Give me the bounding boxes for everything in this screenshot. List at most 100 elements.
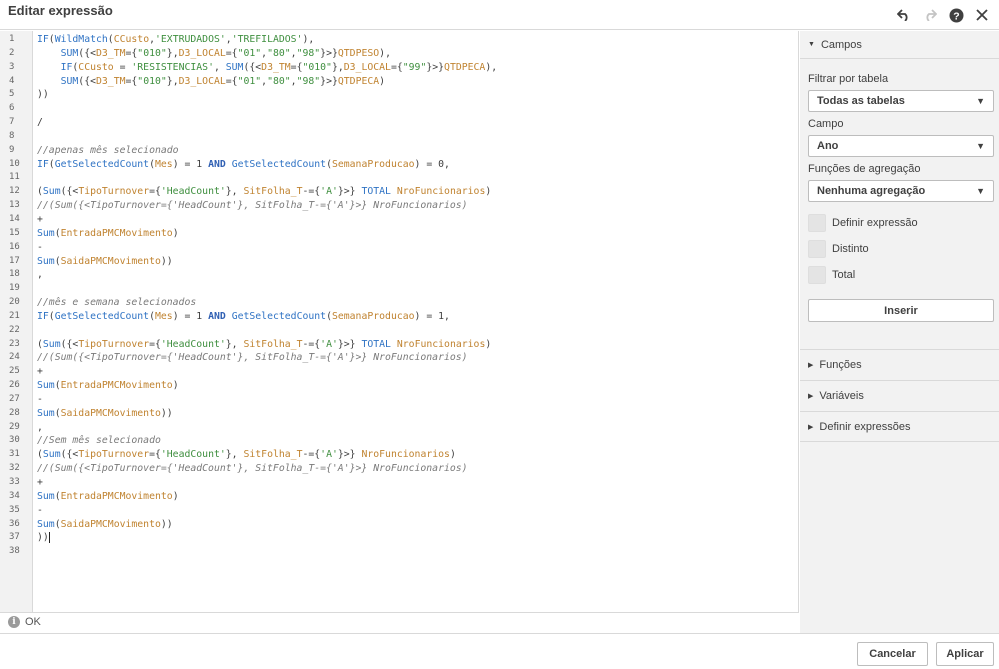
- code-line[interactable]: -: [37, 393, 798, 407]
- code-token: IF: [37, 34, 49, 45]
- code-line[interactable]: [37, 282, 798, 296]
- code-line[interactable]: [37, 130, 798, 144]
- checkbox-total[interactable]: Total: [808, 262, 993, 288]
- line-number-gutter: 1 2 3 4 5 6 7 8 9 10 11 12 13 14 15 16 17 18 19 20 21 22 23 24 2…: [0, 31, 33, 612]
- code-line[interactable]: +: [37, 476, 798, 490]
- code-line[interactable]: //(Sum({<TipoTurnover={'HeadCount'}, Sit…: [37, 351, 798, 365]
- code-line[interactable]: //mês e semana selecionados: [37, 296, 798, 310]
- checkbox[interactable]: [808, 214, 826, 232]
- code-token: TipoTurnover: [78, 186, 150, 198]
- code-line[interactable]: Sum(EntradaPMCMovimento): [37, 379, 798, 393]
- code-line[interactable]: -: [37, 241, 798, 255]
- code-line[interactable]: IF(CCusto = 'RESISTENCIAS', SUM({<D3_TM=…: [37, 61, 798, 75]
- code-token: )): [160, 407, 173, 419]
- code-token: D3_LOCAL: [178, 47, 226, 59]
- help-icon[interactable]: ?: [947, 6, 965, 24]
- code-line[interactable]: Sum(EntradaPMCMovimento): [37, 490, 798, 504]
- code-token: SemanaProducao: [331, 310, 415, 322]
- code-token: QTDPECA: [444, 61, 486, 73]
- collapsed-sections: ▶ Funções ▶ Variáveis ▶ Definir expressõ…: [800, 349, 999, 442]
- dropdown-arrow-icon: ▼: [976, 96, 985, 106]
- code-line[interactable]: )): [37, 88, 798, 102]
- code-line[interactable]: Sum(SaidaPMCMovimento)): [37, 255, 798, 269]
- line-number: 36: [9, 518, 20, 529]
- checkbox-define-expression[interactable]: Definir expressão: [808, 210, 993, 236]
- code-line[interactable]: [37, 545, 798, 559]
- code-line[interactable]: IF(GetSelectedCount(Mes) = 1 AND GetSele…: [37, 310, 798, 324]
- code-line[interactable]: //(Sum({<TipoTurnover={'HeadCount'}, Sit…: [37, 199, 798, 213]
- expression-editor[interactable]: 1 2 3 4 5 6 7 8 9 10 11 12 13 14 15 16 17 18 19 20 21 22 23 24 2…: [0, 31, 799, 612]
- code-line[interactable]: IF(GetSelectedCount(Mes) = 1 AND GetSele…: [37, 158, 798, 172]
- code-line[interactable]: ,: [37, 268, 798, 282]
- code-line[interactable]: )): [37, 531, 798, 545]
- code-token: NroFuncionarios: [361, 449, 450, 461]
- code-line[interactable]: SUM({<D3_TM={"010"},D3_LOCAL={"01","80",…: [37, 75, 798, 89]
- code-token: }>}: [337, 449, 362, 461]
- code-line[interactable]: (Sum({<TipoTurnover={'HeadCount'}, SitFo…: [37, 185, 798, 199]
- code-token: ({<: [243, 61, 262, 73]
- code-line[interactable]: (Sum({<TipoTurnover={'HeadCount'}, SitFo…: [37, 448, 798, 462]
- code-line[interactable]: Sum(EntradaPMCMovimento): [37, 227, 798, 241]
- checkbox[interactable]: [808, 240, 826, 258]
- code-token: SaidaPMCMovimento: [60, 407, 161, 419]
- code-area[interactable]: IF(WildMatch(CCusto,'EXTRUDADOS','TREFIL…: [37, 31, 798, 612]
- cancel-button[interactable]: Cancelar: [857, 642, 928, 666]
- caret-right-icon: ▶: [808, 362, 814, 369]
- text-cursor: [48, 531, 50, 543]
- code-token: )): [37, 89, 49, 101]
- code-token: AND: [208, 158, 226, 170]
- code-token: ={: [149, 449, 161, 461]
- code-line[interactable]: //apenas mês selecionado: [37, 144, 798, 158]
- section-functions[interactable]: ▶ Funções: [800, 349, 999, 380]
- aggregation-select[interactable]: Nenhuma agregação ▼: [808, 180, 994, 202]
- close-icon[interactable]: [973, 6, 991, 24]
- code-token: },: [166, 47, 179, 59]
- code-token: +: [37, 477, 43, 488]
- code-line[interactable]: //Sem mês selecionado: [37, 434, 798, 448]
- code-token: SUM: [225, 61, 244, 73]
- code-token: Sum: [42, 449, 61, 461]
- checkbox[interactable]: [808, 266, 826, 284]
- code-line[interactable]: SUM({<D3_TM={"010"},D3_LOCAL={"01","80",…: [37, 47, 798, 61]
- code-token: Mes: [154, 310, 173, 322]
- code-line[interactable]: +: [37, 365, 798, 379]
- code-line[interactable]: /: [37, 116, 798, 130]
- section-define-expressions[interactable]: ▶ Definir expressões: [800, 411, 999, 442]
- line-number: 34: [9, 490, 20, 501]
- checkbox-label: Total: [832, 269, 856, 281]
- code-line[interactable]: IF(WildMatch(CCusto,'EXTRUDADOS','TREFIL…: [37, 33, 798, 47]
- apply-button[interactable]: Aplicar: [936, 642, 994, 666]
- code-line[interactable]: (Sum({<TipoTurnover={'HeadCount'}, SitFo…: [37, 338, 798, 352]
- code-line[interactable]: +: [37, 213, 798, 227]
- code-token: -: [37, 504, 43, 516]
- code-line[interactable]: Sum(SaidaPMCMovimento)): [37, 518, 798, 532]
- code-line[interactable]: -: [37, 504, 798, 518]
- redo-icon[interactable]: [921, 6, 939, 24]
- checkbox-distinct[interactable]: Distinto: [808, 236, 993, 262]
- dropdown-arrow-icon: ▼: [976, 141, 985, 151]
- aggregation-label: Funções de agregação: [808, 163, 921, 175]
- code-line[interactable]: //(Sum({<TipoTurnover={'HeadCount'}, Sit…: [37, 462, 798, 476]
- code-line[interactable]: [37, 324, 798, 338]
- svg-text:?: ?: [953, 10, 959, 22]
- code-line[interactable]: ,: [37, 421, 798, 435]
- code-token: Sum: [37, 518, 55, 530]
- table-filter-select[interactable]: Todas as tabelas ▼: [808, 90, 994, 112]
- caret-down-icon: ▼: [808, 41, 815, 48]
- code-token: TOTAL: [361, 186, 391, 198]
- line-number: 16: [9, 241, 20, 252]
- section-campos[interactable]: ▼ Campos: [800, 31, 999, 59]
- section-variables[interactable]: ▶ Variáveis: [800, 380, 999, 411]
- checkbox-group: Definir expressão Distinto Total: [808, 210, 993, 288]
- code-line[interactable]: [37, 102, 798, 116]
- code-token: SemanaProducao: [331, 158, 415, 170]
- dialog-footer: Cancelar Aplicar: [0, 633, 999, 669]
- code-token: ),: [302, 34, 315, 45]
- code-token: ) = 1: [172, 310, 209, 322]
- code-line[interactable]: Sum(SaidaPMCMovimento)): [37, 407, 798, 421]
- code-line[interactable]: [37, 171, 798, 185]
- undo-icon[interactable]: [895, 6, 913, 24]
- field-select[interactable]: Ano ▼: [808, 135, 994, 157]
- code-token: Mes: [154, 158, 173, 170]
- insert-button[interactable]: Inserir: [808, 299, 994, 322]
